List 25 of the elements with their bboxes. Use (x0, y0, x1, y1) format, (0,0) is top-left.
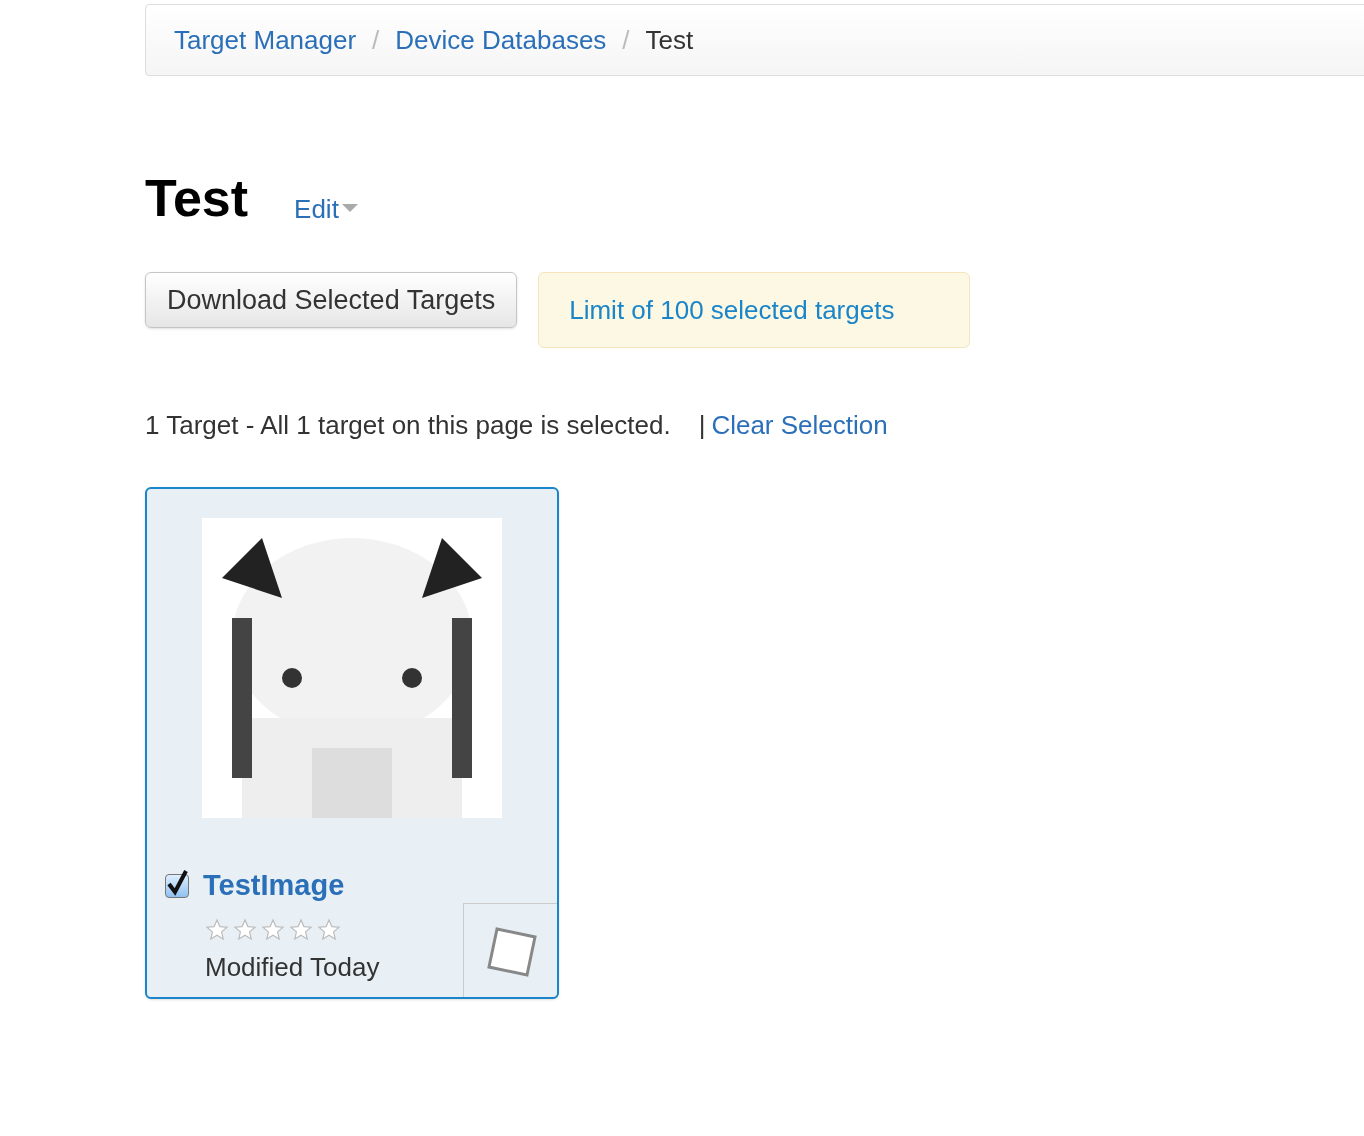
star-icon (317, 917, 341, 942)
checkbox[interactable] (165, 873, 189, 898)
target-card[interactable]: TestImage Modified Today (145, 487, 559, 999)
page-title: Test (145, 172, 249, 224)
edit-menu[interactable]: Edit (294, 196, 358, 222)
clear-selection-link[interactable]: Clear Selection (711, 406, 888, 445)
check-icon (166, 869, 188, 896)
breadcrumb-link[interactable]: Device Databases (395, 20, 607, 60)
star-icon (233, 917, 257, 942)
modified-date: Modified Today (205, 950, 380, 984)
breadcrumb-divider: / (622, 23, 630, 57)
target-name-link[interactable]: TestImage (203, 864, 345, 908)
download-button[interactable]: Download Selected Targets (145, 272, 518, 328)
breadcrumb-divider: / (372, 23, 380, 57)
preview-tile[interactable] (463, 903, 557, 997)
breadcrumb-link[interactable]: Target Manager (174, 20, 357, 60)
star-rating[interactable] (205, 917, 341, 942)
separator: | (698, 409, 706, 442)
star-icon (261, 917, 285, 942)
selection-status: 1 Target - All 1 target on this page is selected. (145, 409, 671, 442)
star-icon (205, 917, 229, 942)
star-icon (289, 917, 313, 942)
breadcrumb-current: Test (645, 23, 694, 57)
caret-icon (341, 204, 358, 214)
limit-notice: Limit of 100 selected targets (538, 272, 971, 348)
